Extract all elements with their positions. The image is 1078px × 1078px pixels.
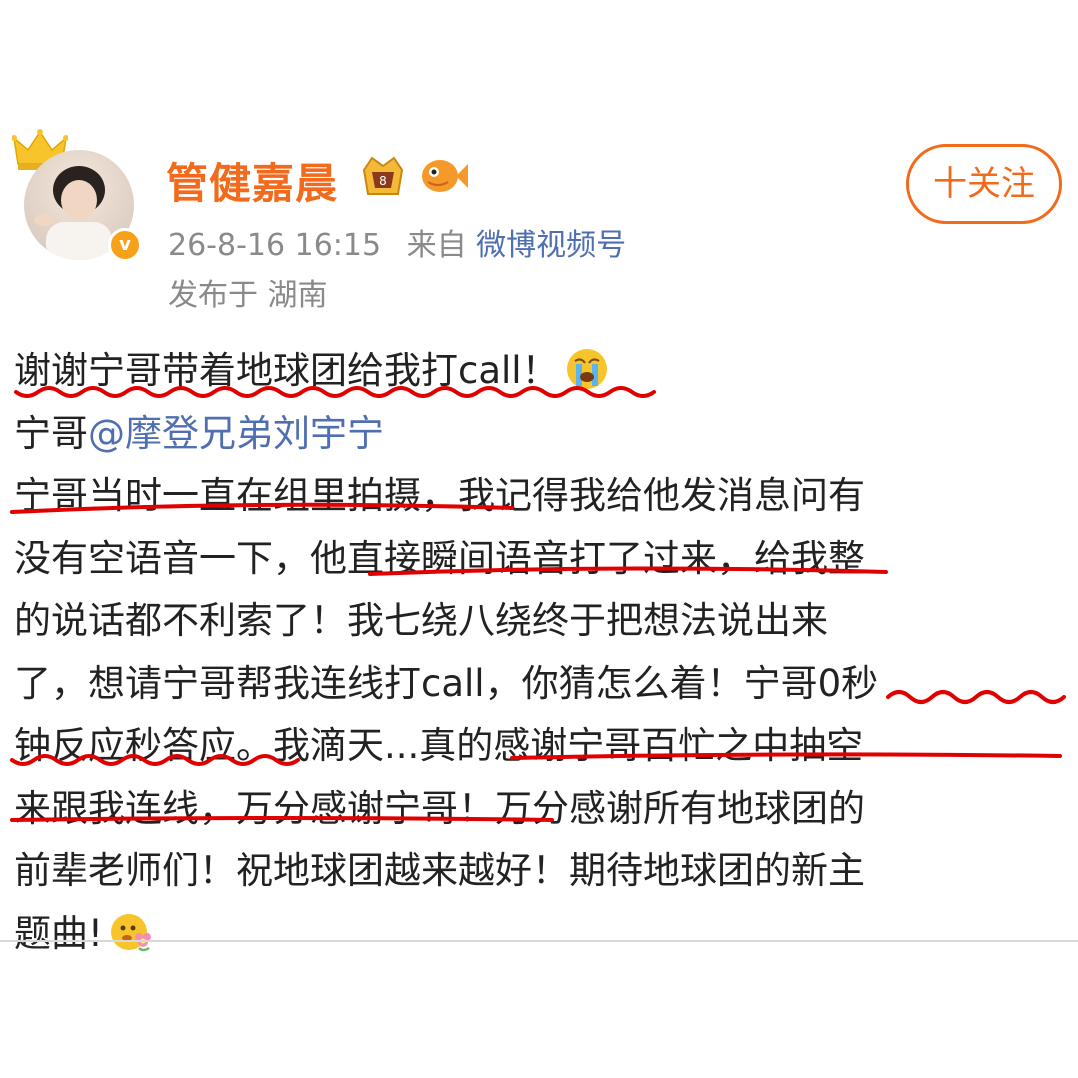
mention-link[interactable]: @摩登兄弟刘宇宁 (88, 412, 384, 455)
post-line-8: 来跟我连线，万分感谢宁哥！万分感谢所有地球团的 (14, 786, 865, 830)
post-line-2: 宁哥@摩登兄弟刘宇宁 (14, 403, 1070, 466)
post-line-4: 没有空语音一下，他直接瞬间语音打了过来，给我整 (14, 536, 865, 580)
post-body: 谢谢宁哥带着地球团给我打call！ 宁哥@摩登兄弟刘宇宁 宁哥当时一直在组里拍摄… (14, 340, 1070, 965)
post-line-10: 题曲! (14, 903, 1070, 966)
post-line-7: 钟反应秒答应。我滴天...真的感谢宁哥百忙之中抽空 (14, 724, 864, 767)
verified-badge-icon: v (108, 228, 142, 262)
source-link[interactable]: 微博视频号 (476, 228, 626, 263)
follow-button[interactable]: 十关注 (906, 144, 1062, 224)
svg-text:8: 8 (379, 174, 387, 188)
post-meta: 26-8-16 16:15 来自 微博视频号 (168, 220, 626, 264)
username[interactable]: 管健嘉晨 (166, 150, 338, 211)
avatar-container[interactable]: v (12, 128, 142, 268)
post-line-6: 了，想请宁哥帮我连线打call，你猜怎么着！宁哥0秒 (14, 661, 879, 705)
post-divider (0, 940, 1078, 942)
post-line-10-text: 题曲! (14, 911, 103, 955)
post-line-2-text: 宁哥 (14, 411, 88, 455)
post-line-3: 宁哥当时一直在组里拍摄，我记得我给他发消息问有 (14, 474, 865, 517)
post-line-9: 前辈老师们！祝地球团越来越好！期待地球团的新主 (14, 849, 865, 892)
crying-emoji-icon (566, 349, 607, 389)
post-line-1-text: 谢谢宁哥带着地球团给我打call！ (14, 349, 559, 392)
vip-badge-icon: 8 (362, 156, 404, 195)
post-line-5: 的说话都不利索了！我七绕八绕终于把想法说出来 (14, 599, 828, 642)
flower-emoji-icon (110, 913, 151, 951)
post-time: 26-8-16 16:15 (168, 228, 382, 263)
post-location: 发布于 湖南 (168, 278, 328, 313)
fish-badge-icon (422, 160, 468, 192)
source-prefix: 来自 (406, 228, 467, 263)
post-line-1: 谢谢宁哥带着地球团给我打call！ (14, 340, 1070, 403)
